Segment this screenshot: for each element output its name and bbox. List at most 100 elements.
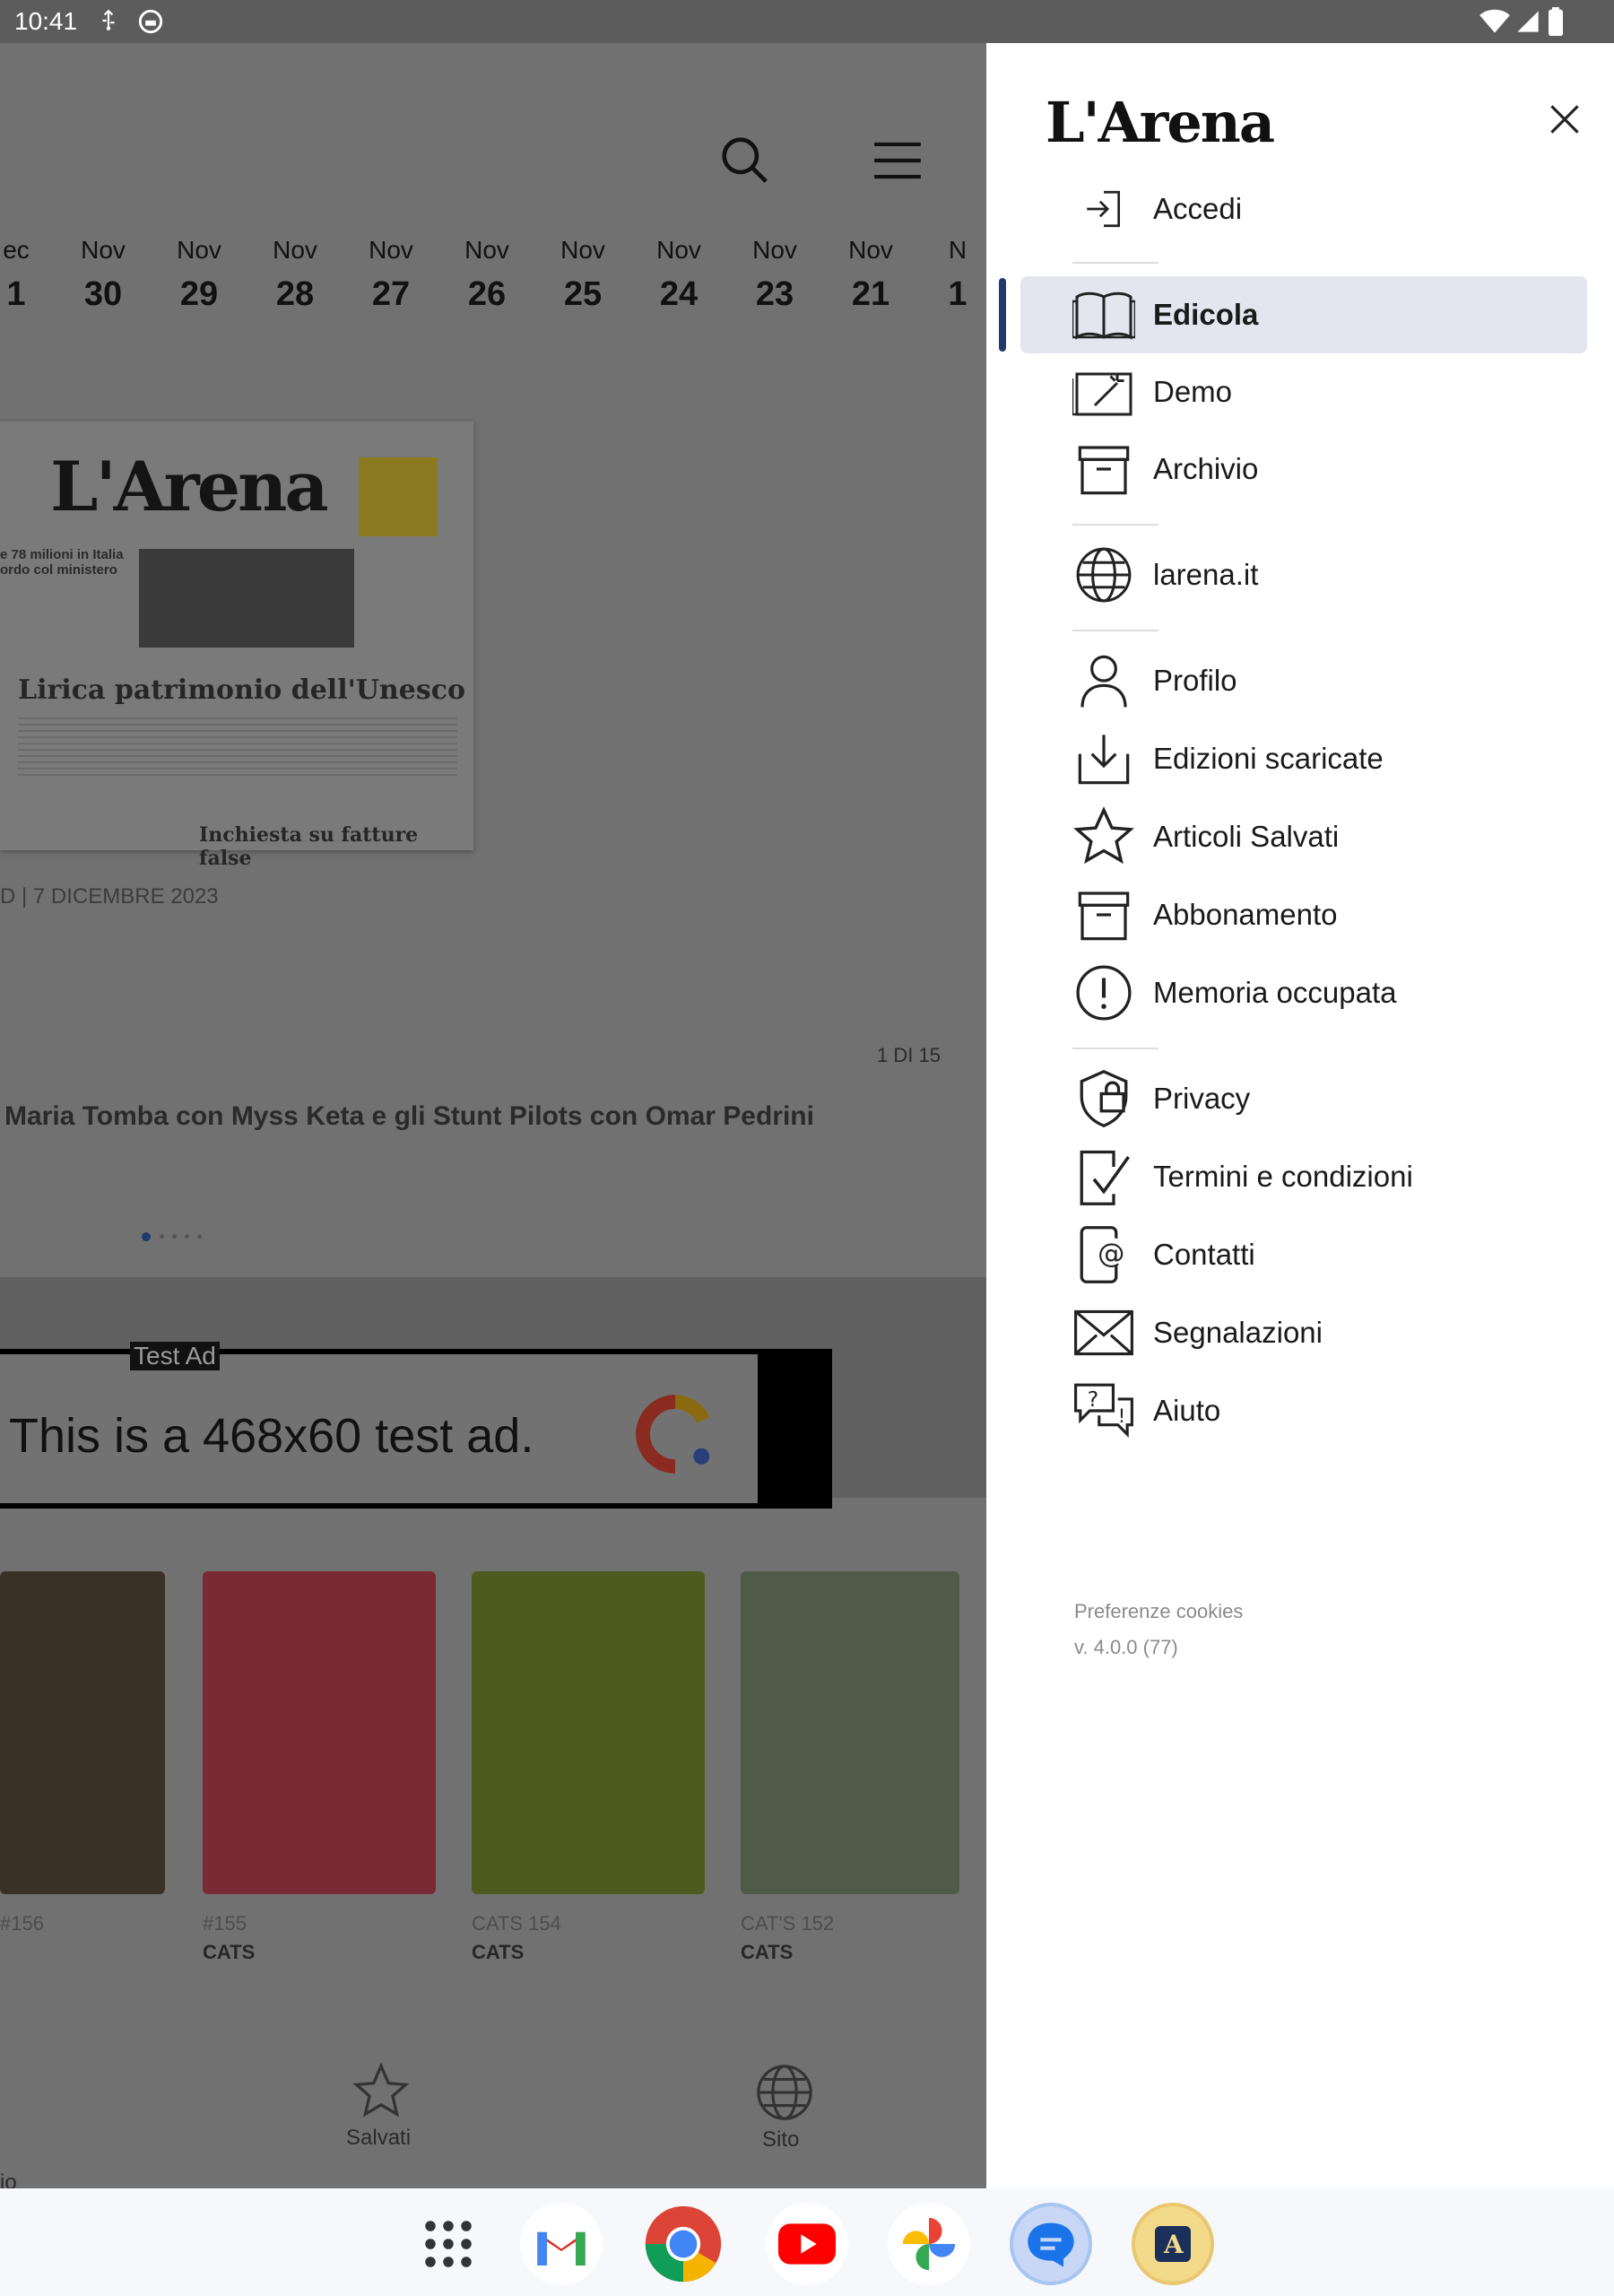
user-icon xyxy=(1072,649,1135,712)
status-time: 10:41 xyxy=(14,7,78,35)
bottom-nav-site[interactable]: Sito xyxy=(744,2061,843,2178)
article-counter: 1 DI 15 xyxy=(877,1044,941,1066)
magazine-name: CATS xyxy=(741,1941,794,1963)
magazine-cover[interactable] xyxy=(741,1571,959,1894)
phone-at-icon: @ xyxy=(1072,1223,1135,1286)
status-bar: 10:41 xyxy=(0,0,1614,43)
date-item[interactable]: Nov 26 xyxy=(451,236,523,314)
menu-item-demo[interactable]: Demo xyxy=(1072,355,1614,429)
magazine-name: CATS xyxy=(203,1941,256,1963)
system-dock: A xyxy=(0,2188,1614,2296)
ad-band: This is a 468x60 test ad. Test Ad xyxy=(0,1277,986,1509)
date-item[interactable]: ec 1 xyxy=(0,236,52,314)
active-indicator xyxy=(999,278,1006,352)
divider xyxy=(1072,524,1158,526)
menu-item-edicola[interactable]: Edicola xyxy=(1072,278,1614,352)
menu-item-articoli-salvati[interactable]: Articoli Salvati xyxy=(1072,800,1614,874)
date-item[interactable]: Nov 28 xyxy=(259,236,331,314)
magazine-name: CATS xyxy=(472,1941,525,1963)
svg-text:?: ? xyxy=(1088,1387,1098,1412)
svg-text:A: A xyxy=(1163,2230,1184,2259)
menu-item-abbonamento[interactable]: Abbonamento xyxy=(1072,878,1614,952)
usb-icon xyxy=(102,9,115,30)
menu-item-termini-condizioni[interactable]: Termini e condizioni xyxy=(1072,1140,1614,1213)
help-chat-icon: ?! xyxy=(1072,1379,1135,1442)
newspaper-headline: Lirica patrimonio dell'Unesco xyxy=(18,674,465,706)
archive-icon xyxy=(1072,883,1135,946)
divider xyxy=(1072,262,1158,264)
assistant-icon xyxy=(138,9,163,34)
chrome-icon[interactable] xyxy=(642,2203,725,2285)
download-icon xyxy=(1072,727,1135,790)
magazine-cover[interactable] xyxy=(0,1571,165,1894)
cookie-preferences-link[interactable]: Preferenze cookies xyxy=(1074,1600,1243,1623)
shield-lock-icon xyxy=(1072,1067,1135,1130)
newspaper-masthead: L'Arena xyxy=(50,447,329,526)
battery-icon xyxy=(1549,7,1563,36)
svg-text:@: @ xyxy=(1098,1238,1124,1269)
date-item[interactable]: Nov 21 xyxy=(835,236,907,314)
book-icon xyxy=(1072,283,1135,346)
mail-icon xyxy=(1072,1301,1135,1364)
menu-icon[interactable] xyxy=(870,133,925,188)
ad-badge: Test Ad xyxy=(130,1342,220,1370)
menu-item-profilo[interactable]: Profilo xyxy=(1072,644,1614,718)
menu-item-archivio[interactable]: Archivio xyxy=(1072,432,1614,506)
ad-frame[interactable]: This is a 468x60 test ad. Test Ad xyxy=(0,1342,832,1509)
background-app: ec 1 Nov 30 Nov 29 Nov 28 Nov 27 Nov 26 Nov 25 … xyxy=(0,43,986,2188)
navigation-drawer: L'Arena Accedi Edicola Demo Archivio lar… xyxy=(986,43,1614,2188)
magazine-issue: #155 xyxy=(203,1912,247,1935)
magazine-cover[interactable] xyxy=(203,1571,436,1894)
date-item[interactable]: Nov 29 xyxy=(163,236,235,314)
app-version: v. 4.0.0 (77) xyxy=(1074,1636,1178,1658)
menu-item-privacy[interactable]: Privacy xyxy=(1072,1062,1614,1135)
date-item[interactable]: Nov 27 xyxy=(355,236,427,314)
menu-item-memoria-occupata[interactable]: Memoria occupata xyxy=(1072,956,1614,1030)
magazine-issue: CAT'S 152 xyxy=(741,1912,835,1935)
document-check-icon xyxy=(1072,1145,1135,1208)
menu-item-edizioni-scaricate[interactable]: Edizioni scaricate xyxy=(1072,722,1614,796)
login-button[interactable]: Accedi xyxy=(1072,172,1614,246)
magic-wand-icon xyxy=(1072,361,1135,423)
date-item[interactable]: Nov 24 xyxy=(643,236,715,314)
magazine-issue: CATS 154 xyxy=(472,1912,561,1935)
gmail-icon[interactable] xyxy=(520,2203,603,2285)
messages-icon[interactable] xyxy=(1010,2203,1092,2285)
divider xyxy=(1072,1048,1158,1049)
archive-icon xyxy=(1072,438,1135,500)
page-indicator xyxy=(142,1232,217,1241)
wifi-icon xyxy=(1480,9,1510,33)
bottom-nav-saved[interactable]: Salvati xyxy=(334,2061,432,2178)
ad-banner[interactable]: This is a 468x60 test ad. xyxy=(0,1354,758,1503)
alert-icon xyxy=(1072,961,1135,1024)
side-story: e 78 milioni in Italia ordo col minister… xyxy=(0,547,124,578)
youtube-icon[interactable] xyxy=(766,2203,848,2285)
app-drawer-icon[interactable] xyxy=(407,2203,490,2285)
date-item[interactable]: Nov 23 xyxy=(739,236,811,314)
larena-app-icon[interactable]: A xyxy=(1132,2203,1214,2285)
date-item[interactable]: Nov 30 xyxy=(67,236,139,314)
signal-icon xyxy=(1517,11,1539,32)
newspaper-cover[interactable]: L'Arena e 78 milioni in Italia ordo col … xyxy=(0,422,473,870)
menu-item-contatti[interactable]: @ Contatti xyxy=(1072,1218,1614,1292)
magazine-cover[interactable] xyxy=(472,1571,705,1894)
article-title[interactable]: Maria Tomba con Myss Keta e gli Stunt Pi… xyxy=(4,1101,814,1132)
newspaper-headline-2: Inchiesta su fatture false xyxy=(199,823,419,870)
menu-item-aiuto[interactable]: ?! Aiuto xyxy=(1072,1374,1614,1448)
search-icon[interactable] xyxy=(717,133,773,188)
photos-icon[interactable] xyxy=(888,2203,970,2285)
bottom-nav-item[interactable]: io xyxy=(0,2061,54,2188)
date-item[interactable]: N1 xyxy=(922,236,986,314)
newspaper-photo xyxy=(139,549,354,648)
ad-text: This is a 468x60 test ad. xyxy=(9,1409,534,1463)
edition-date: D | 7 DICEMBRE 2023 xyxy=(0,884,219,909)
svg-text:!: ! xyxy=(1118,1405,1125,1427)
ad-logo-icon xyxy=(636,1395,710,1474)
close-icon[interactable] xyxy=(1542,97,1587,142)
date-item[interactable]: Nov 25 xyxy=(547,236,619,314)
magazine-issue: #156 xyxy=(0,1912,44,1935)
star-icon xyxy=(1072,805,1135,868)
ad-box xyxy=(359,457,438,536)
menu-item-segnalazioni[interactable]: Segnalazioni xyxy=(1072,1296,1614,1370)
menu-item-larena-it[interactable]: larena.it xyxy=(1072,538,1614,612)
